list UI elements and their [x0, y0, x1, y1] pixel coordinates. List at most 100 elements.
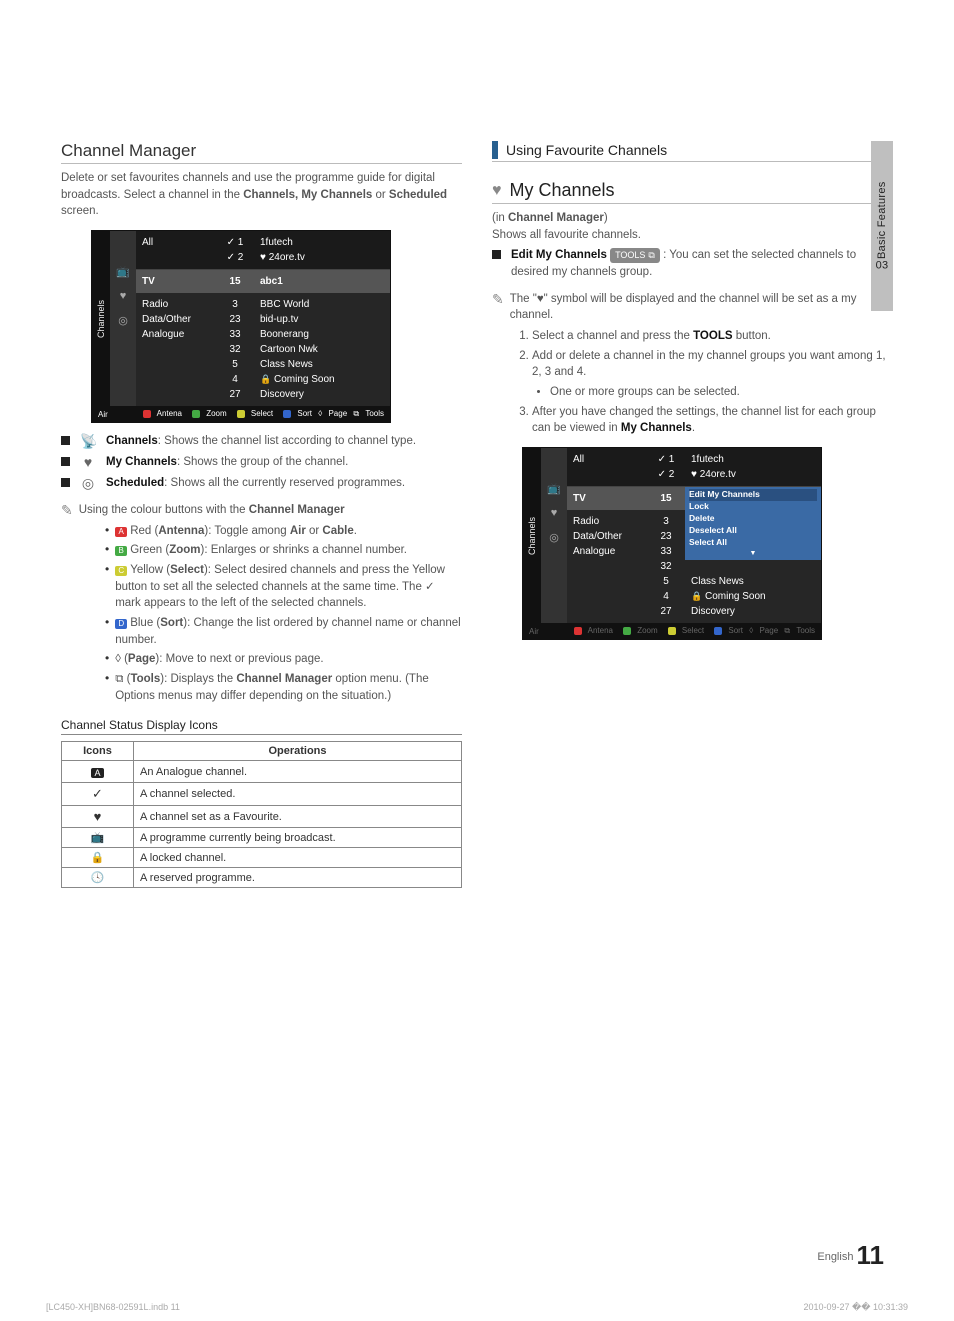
- pp1[interactable]: Lock: [689, 501, 817, 513]
- st2: A channel set as a Favourite.: [134, 806, 462, 828]
- fig1-c2: Boonerang: [260, 327, 384, 342]
- steps-list: Select a channel and press the TOOLS but…: [532, 328, 893, 437]
- chevron-down-icon: ▼: [689, 549, 817, 559]
- context-popup: Edit My Channels Lock Delete Deselect Al…: [685, 487, 821, 560]
- page-footer: English 11: [817, 1240, 884, 1271]
- fig1-n1: 23: [216, 312, 254, 327]
- cb-red: •ARed (Antenna): Toggle among Air or Cab…: [105, 523, 462, 540]
- meta-right: 2010-09-27 �� 10:31:39: [803, 1302, 908, 1313]
- st1: A channel selected.: [134, 783, 462, 806]
- in1: (in: [492, 212, 508, 224]
- s2sub: One or more groups can be selected.: [550, 386, 740, 398]
- fig1-n4: 5: [216, 357, 254, 372]
- fig1-c0: BBC World: [260, 297, 384, 312]
- cb0-lbl: Red: [130, 525, 151, 537]
- fig2-all: All: [567, 448, 647, 486]
- cb4-d: : Move to next or previous page.: [159, 653, 323, 665]
- fb-c: Select: [251, 409, 273, 418]
- in3: ): [604, 212, 608, 224]
- fb-f: Tools: [365, 409, 384, 418]
- fig2-r2: 24ore.tv: [691, 467, 815, 482]
- fig1-c6: Discovery: [260, 387, 384, 402]
- fig2-n3: 32: [647, 559, 685, 574]
- cb1-d: : Enlarges or shrinks a channel number.: [204, 544, 407, 556]
- fig2-la1: Data/Other: [573, 529, 641, 544]
- note-icon: ✎: [492, 291, 504, 308]
- step-2: Add or delete a channel in the my channe…: [532, 348, 893, 401]
- sec-num: 03: [876, 260, 889, 272]
- print-meta: [LC450-XH]BN68-02591L.indb 11 2010-09-27…: [46, 1302, 908, 1313]
- fig1-chk2: ✓ 2: [216, 250, 254, 265]
- fig1-air: Air: [98, 410, 108, 419]
- lock-icon: 🔒: [62, 848, 134, 868]
- st-h0: Icons: [62, 742, 134, 761]
- fig1-la0: Radio: [142, 297, 210, 312]
- legend-scheduled: ◎ Scheduled: Shows all the currently res…: [61, 475, 462, 492]
- fig1-c5: Coming Soon: [260, 372, 384, 387]
- heart-icon: [120, 290, 127, 302]
- cb2-b: Select: [170, 564, 204, 576]
- fig2-hi-num: 15: [647, 487, 685, 510]
- fig1-c5-txt: Coming Soon: [274, 374, 335, 385]
- lock-icon: [691, 591, 702, 602]
- note-colour-buttons: ✎ Using the colour buttons with the Chan…: [61, 502, 462, 519]
- accent-bar: [492, 141, 498, 159]
- note-heart-symbol: ✎ The "" symbol will be displayed and th…: [492, 291, 893, 324]
- note-icon: ✎: [61, 502, 73, 519]
- using-fav-heading: Using Favourite Channels: [492, 141, 893, 162]
- cb1-b: Zoom: [169, 544, 200, 556]
- fb-d: Sort: [297, 409, 312, 418]
- cb5-b2: Channel Manager: [236, 673, 332, 685]
- pp0[interactable]: Edit My Channels: [689, 489, 817, 501]
- cb2-lbl: Yellow: [130, 564, 163, 576]
- fig2-r1: 1futech: [691, 452, 815, 467]
- table-row: 📺A programme currently being broadcast.: [62, 828, 462, 848]
- fig1-all: All: [136, 231, 216, 269]
- fig1-r2: 24ore.tv: [260, 250, 384, 265]
- fb-a: Antena: [157, 409, 182, 418]
- cb0-b2: Air: [290, 525, 306, 537]
- cb5-d: : Displays the: [164, 673, 236, 685]
- cb3-b: Sort: [160, 617, 183, 629]
- fig1-hi-tv: TV: [136, 270, 216, 293]
- pp3[interactable]: Deselect All: [689, 525, 817, 537]
- in-line: (in Channel Manager): [492, 210, 893, 227]
- cb0-e: .: [354, 525, 357, 537]
- fig1-n3: 32: [216, 342, 254, 357]
- fig1-n2: 33: [216, 327, 254, 342]
- st4: A locked channel.: [134, 848, 462, 868]
- fig2-foot-btns: Antena Zoom Select Sort ◊ Page ⧉ Tools: [566, 626, 815, 636]
- table-row: AAn Analogue channel.: [62, 761, 462, 783]
- table-row: ♥A channel set as a Favourite.: [62, 806, 462, 828]
- heart-icon: [537, 293, 544, 305]
- fb-b: Zoom: [206, 409, 226, 418]
- tv-set-icon: 📺: [116, 265, 130, 278]
- pp4[interactable]: Select All: [689, 537, 817, 549]
- st-h1: Operations: [134, 742, 462, 761]
- bar-title: Using Favourite Channels: [506, 142, 667, 158]
- cb-page: •◊ (Page): Move to next or previous page…: [105, 651, 462, 668]
- fig1-c3: Cartoon Nwk: [260, 342, 384, 357]
- fig1-la1: Data/Other: [142, 312, 210, 327]
- lock-icon: [260, 374, 271, 385]
- cb0-m: or: [306, 525, 323, 537]
- table-row: 🔒A locked channel.: [62, 848, 462, 868]
- cb2-d: : Select desired channels and press the …: [115, 564, 445, 609]
- lang: English: [817, 1251, 853, 1263]
- fig1-hi-num: 15: [216, 270, 254, 293]
- tb-txt: TOOLS: [615, 249, 645, 262]
- pp2[interactable]: Delete: [689, 513, 817, 525]
- sec-label: Basic Features: [876, 182, 888, 260]
- left-column: Channel Manager Delete or set favourites…: [61, 141, 462, 888]
- step-1: Select a channel and press the TOOLS but…: [532, 328, 893, 345]
- my-channels-figure: Channels 📺 ◎ All ✓ 1 ✓ 2: [522, 447, 822, 640]
- fb-e: Page: [328, 409, 347, 418]
- fig1-chk1: ✓ 1: [216, 235, 254, 250]
- lead-end: screen.: [61, 205, 99, 217]
- broadcast-icon: 📺: [62, 828, 134, 848]
- fig1-side-label: Channels: [92, 231, 110, 406]
- fig2-side-label: Channels: [523, 448, 541, 623]
- cb-yellow: •CYellow (Select): Select desired channe…: [105, 562, 462, 612]
- fig2-n0: 3: [647, 514, 685, 529]
- fig2-c6: Discovery: [691, 604, 815, 619]
